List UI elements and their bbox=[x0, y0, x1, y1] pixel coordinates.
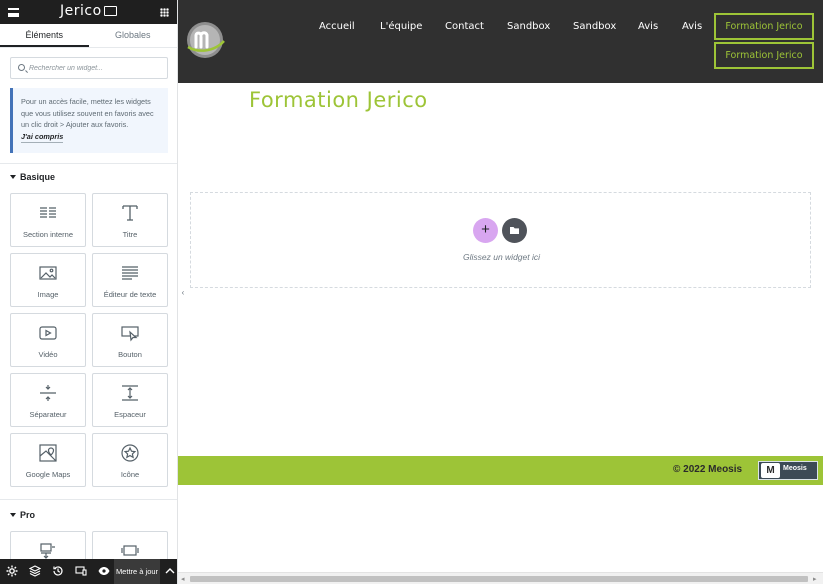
panel-tabs: Éléments Globales bbox=[0, 24, 177, 48]
folder-icon bbox=[510, 227, 519, 234]
footer-logo-text: Meosis bbox=[783, 465, 807, 472]
divider-icon bbox=[40, 385, 56, 401]
category-pro[interactable]: Pro bbox=[10, 510, 35, 520]
chevron-left-icon: ‹ bbox=[181, 288, 185, 297]
nav-item-avis[interactable]: Avis bbox=[638, 21, 658, 32]
widget-spacer[interactable]: Espaceur bbox=[92, 373, 168, 427]
panel-collapse-handle[interactable]: ‹ bbox=[178, 281, 188, 305]
nav-item-avis[interactable]: Avis bbox=[682, 21, 702, 32]
page-title: Formation Jerico bbox=[249, 88, 428, 112]
widget-label: Vidéo bbox=[38, 350, 58, 359]
footer-logo-mark: M bbox=[761, 463, 780, 478]
scroll-left-icon[interactable]: ◂ bbox=[181, 575, 185, 583]
preview-eye-icon[interactable] bbox=[98, 565, 110, 577]
widget-text-editor[interactable]: Éditeur de texte bbox=[92, 253, 168, 307]
video-icon bbox=[39, 326, 57, 340]
widget-icon[interactable]: Icône bbox=[92, 433, 168, 487]
copyright-text: © 2022 Meosis bbox=[673, 464, 743, 475]
widget-search bbox=[10, 57, 168, 79]
update-button[interactable]: Mettre à jour bbox=[114, 559, 160, 584]
widget-image[interactable]: Image bbox=[10, 253, 86, 307]
responsive-icon[interactable] bbox=[75, 565, 87, 577]
footer-logo[interactable]: M Meosis bbox=[758, 461, 818, 480]
category-basic-label: Basique bbox=[20, 172, 56, 182]
nav-item-sandbox[interactable]: Sandbox bbox=[507, 21, 550, 32]
widget-label: Éditeur de texte bbox=[103, 290, 157, 299]
google-maps-icon bbox=[39, 444, 57, 462]
star-icon bbox=[121, 444, 139, 462]
history-icon[interactable] bbox=[52, 565, 64, 577]
nav-button-formation[interactable]: Formation Jerico bbox=[714, 42, 814, 69]
widget-label: Séparateur bbox=[29, 410, 67, 419]
tab-elements[interactable]: Éléments bbox=[0, 24, 89, 47]
chevron-up-icon[interactable] bbox=[162, 559, 178, 584]
widget-label: Image bbox=[37, 290, 59, 299]
scroll-right-icon[interactable]: ▸ bbox=[813, 575, 817, 583]
widget-grid: Section interne Titre Image Éditeur de t… bbox=[10, 193, 168, 487]
editor-logo: Jerico bbox=[60, 3, 102, 19]
nav-item-contact[interactable]: Contact bbox=[445, 21, 484, 32]
add-template-button[interactable] bbox=[502, 218, 527, 243]
button-icon bbox=[121, 326, 139, 342]
caret-down-icon bbox=[10, 175, 16, 179]
widget-drop-zone[interactable] bbox=[190, 192, 811, 288]
site-header: Accueil L'équipe Contact Sandbox Sandbox… bbox=[178, 0, 823, 83]
nav-item-equipe[interactable]: L'équipe bbox=[380, 21, 422, 32]
widget-label: Bouton bbox=[118, 350, 142, 359]
slides-icon bbox=[121, 545, 139, 556]
caret-down-icon bbox=[10, 513, 16, 517]
widget-heading[interactable]: Titre bbox=[92, 193, 168, 247]
panel-footer: Mettre à jour bbox=[0, 559, 178, 584]
site-footer: © 2022 Meosis M Meosis bbox=[178, 456, 823, 485]
widget-inner-section[interactable]: Section interne bbox=[10, 193, 86, 247]
divider bbox=[0, 163, 177, 164]
category-basic[interactable]: Basique bbox=[10, 172, 55, 182]
nav-item-accueil[interactable]: Accueil bbox=[319, 21, 355, 32]
panel-header: Jerico bbox=[0, 0, 177, 24]
horizontal-scrollbar[interactable]: ◂ ▸ bbox=[178, 572, 823, 584]
posts-icon bbox=[40, 543, 55, 559]
widget-label: Icône bbox=[120, 470, 140, 479]
menu-icon[interactable] bbox=[8, 8, 19, 17]
drop-zone-hint: Glissez un widget ici bbox=[463, 252, 541, 262]
widget-label: Section interne bbox=[22, 230, 74, 239]
widget-label: Google Maps bbox=[25, 470, 71, 479]
widget-label: Titre bbox=[122, 230, 138, 239]
inner-section-icon bbox=[40, 207, 56, 218]
text-editor-icon bbox=[122, 266, 138, 280]
editor-panel: Jerico Éléments Globales Pour un accès f… bbox=[0, 0, 178, 584]
widget-divider[interactable]: Séparateur bbox=[10, 373, 86, 427]
scrollbar-thumb[interactable] bbox=[190, 576, 808, 582]
nav-item-sandbox[interactable]: Sandbox bbox=[573, 21, 616, 32]
site-logo[interactable] bbox=[186, 21, 226, 61]
add-section-button[interactable]: + bbox=[473, 218, 498, 243]
plus-icon: + bbox=[481, 221, 490, 238]
spacer-icon bbox=[122, 385, 138, 401]
notice-text: Pour un accès facile, mettez les widgets… bbox=[21, 97, 154, 129]
notice-dismiss-link[interactable]: J'ai compris bbox=[21, 131, 64, 143]
monitor-icon bbox=[104, 6, 117, 16]
nav-button-formation[interactable]: Formation Jerico bbox=[714, 13, 814, 40]
category-pro-label: Pro bbox=[20, 510, 36, 520]
widget-button[interactable]: Bouton bbox=[92, 313, 168, 367]
search-input[interactable] bbox=[29, 60, 165, 76]
widget-label: Espaceur bbox=[114, 410, 146, 419]
settings-icon[interactable] bbox=[6, 565, 18, 577]
widget-google-maps[interactable]: Google Maps bbox=[10, 433, 86, 487]
layers-icon[interactable] bbox=[29, 565, 41, 577]
tab-globals[interactable]: Globales bbox=[89, 24, 178, 47]
heading-icon bbox=[122, 205, 138, 221]
widgets-grid-icon[interactable] bbox=[160, 8, 169, 17]
divider bbox=[0, 499, 177, 500]
search-icon bbox=[18, 64, 25, 71]
widget-video[interactable]: Vidéo bbox=[10, 313, 86, 367]
favorites-notice: Pour un accès facile, mettez les widgets… bbox=[10, 88, 168, 153]
image-icon bbox=[39, 266, 57, 280]
